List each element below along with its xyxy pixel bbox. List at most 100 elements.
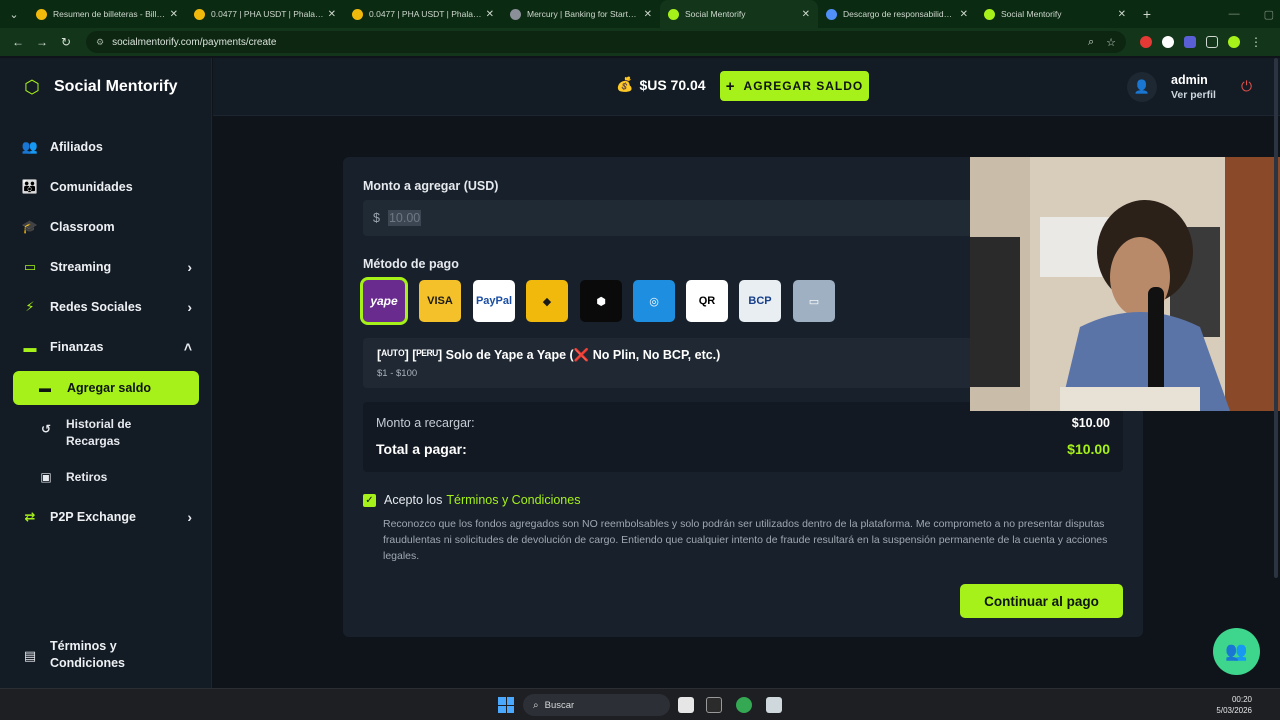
docs-icon bbox=[826, 8, 837, 20]
payment-method-paypal[interactable]: PayPal bbox=[473, 280, 515, 322]
binance-icon bbox=[36, 8, 47, 20]
extension-add-icon[interactable] bbox=[1162, 36, 1174, 48]
close-tab-icon[interactable]: ✕ bbox=[486, 9, 494, 20]
community-chat-button[interactable]: 👥 bbox=[1213, 628, 1260, 675]
sidebar-subitem-retiros[interactable]: ▣ Retiros bbox=[38, 470, 198, 484]
minimize-icon[interactable]: — bbox=[1229, 8, 1240, 20]
browser-tab[interactable]: Resumen de billeteras - Billeter ✕ bbox=[28, 0, 186, 28]
browser-tab-label: Social Mentorify bbox=[685, 9, 746, 19]
system-clock[interactable]: 00:20 5/03/2026 bbox=[1216, 694, 1252, 716]
zoom-icon[interactable]: ⌕ bbox=[1088, 36, 1094, 49]
url-text: socialmentorify.com/payments/create bbox=[112, 36, 277, 48]
sidebar-item-terminos[interactable]: ▤ Términos y Condiciones bbox=[22, 638, 192, 674]
browser-tab[interactable]: Descargo de responsabilidad s ✕ bbox=[818, 0, 976, 28]
browser-menu-icon[interactable]: ⋮ bbox=[1250, 35, 1262, 49]
sidebar-item-label: Términos y Condiciones bbox=[50, 639, 126, 670]
sidebar-item-finanzas[interactable]: ▬ Finanzas ˄ bbox=[22, 332, 193, 362]
graduation-cap-icon: 🎓 bbox=[21, 219, 39, 234]
users-group-icon: 👥 bbox=[1225, 641, 1248, 661]
close-tab-icon[interactable]: ✕ bbox=[802, 9, 810, 20]
sidebar-item-label: Agregar saldo bbox=[67, 381, 152, 395]
payment-method-bank-card[interactable]: ▭ bbox=[793, 280, 835, 322]
sidebar-item-streaming[interactable]: ▭ Streaming › bbox=[22, 252, 192, 282]
chrome-icon[interactable] bbox=[736, 697, 752, 713]
bolt-icon: ⚡ bbox=[25, 299, 35, 314]
browser-tab[interactable]: 0.0477 | PHA USDT | Phala.Netw ✕ bbox=[344, 0, 502, 28]
back-icon[interactable]: ← bbox=[6, 35, 30, 49]
sidebar-item-afiliados[interactable]: 👥 Afiliados bbox=[22, 132, 192, 162]
payment-method-crypto-box[interactable]: ⬢ bbox=[580, 280, 622, 322]
payment-summary: Monto a recargar: $10.00 Total a pagar: … bbox=[363, 402, 1123, 472]
terminal-icon[interactable] bbox=[706, 697, 722, 713]
sidebar-subitem-agregar-saldo[interactable]: ▬ Agregar saldo bbox=[13, 371, 199, 405]
binance-icon bbox=[194, 8, 205, 20]
payment-method-card-visa-mastercard[interactable]: VISA bbox=[419, 280, 461, 322]
recharge-amount-value: $10.00 bbox=[1071, 416, 1110, 430]
new-tab-button[interactable]: + bbox=[1134, 6, 1160, 22]
payment-method-label: Método de pago bbox=[363, 257, 459, 271]
view-profile-link[interactable]: Ver perfil bbox=[1171, 89, 1216, 101]
window-controls: — ▢ bbox=[1229, 0, 1274, 28]
browser-tab[interactable]: Social Mentorify ✕ bbox=[976, 0, 1134, 28]
sidebar-item-classroom[interactable]: 🎓 Classroom bbox=[22, 212, 192, 242]
chevron-right-icon: › bbox=[187, 259, 192, 275]
close-tab-icon[interactable]: ✕ bbox=[1118, 9, 1126, 20]
maximize-icon[interactable]: ▢ bbox=[1264, 8, 1274, 21]
user-name: admin bbox=[1171, 73, 1208, 87]
continue-to-payment-button[interactable]: Continuar al pago bbox=[960, 584, 1123, 618]
page-scrollbar[interactable] bbox=[1274, 58, 1280, 578]
extensions-puzzle-icon[interactable] bbox=[1206, 36, 1218, 48]
recharge-amount-label: Monto a recargar: bbox=[376, 416, 475, 430]
sidebar-item-label: Classroom bbox=[50, 220, 115, 234]
payment-method-bcp[interactable]: BCP bbox=[739, 280, 781, 322]
close-tab-icon[interactable]: ✕ bbox=[644, 9, 652, 20]
os-taskbar: ⌕ Buscar 00:20 5/03/2026 bbox=[0, 688, 1280, 720]
site-info-icon[interactable]: ⚙ bbox=[96, 37, 104, 48]
sidebar-item-p2p-exchange[interactable]: ⇄ P2P Exchange › bbox=[22, 502, 192, 532]
taskbar-search[interactable]: ⌕ Buscar bbox=[523, 694, 670, 716]
total-label: Total a pagar: bbox=[376, 441, 467, 457]
close-tab-icon[interactable]: ✕ bbox=[328, 9, 336, 20]
sidebar-item-redes-sociales[interactable]: ⚡ Redes Sociales › bbox=[22, 292, 192, 322]
bookmark-star-icon[interactable]: ☆ bbox=[1106, 36, 1116, 49]
payment-method-binance[interactable]: ◆ bbox=[526, 280, 568, 322]
mercury-icon bbox=[510, 8, 521, 20]
payment-method-wallet-blue[interactable]: ◎ bbox=[633, 280, 675, 322]
extension-red-icon[interactable] bbox=[1140, 36, 1152, 48]
logout-power-icon[interactable]: ⏻ bbox=[1241, 78, 1252, 95]
payment-method-label: PayPal bbox=[475, 295, 513, 307]
browser-tab[interactable]: 0.0477 | PHA USDT | Phala.Netw ✕ bbox=[186, 0, 344, 28]
avatar: 👤 bbox=[1127, 72, 1157, 102]
method-range: $1 - $100 bbox=[377, 368, 418, 379]
profile-icon[interactable] bbox=[1228, 36, 1240, 48]
payment-method-label: BCP bbox=[748, 295, 772, 307]
browser-tab[interactable]: Mercury | Banking for Startups ✕ bbox=[502, 0, 660, 28]
chevron-right-icon: › bbox=[187, 509, 192, 525]
sidebar-item-comunidades[interactable]: 👪 Comunidades bbox=[22, 172, 192, 202]
terms-prefix: Acepto los bbox=[384, 493, 443, 507]
wallet-icon: ▬ bbox=[23, 339, 37, 355]
close-tab-icon[interactable]: ✕ bbox=[170, 9, 178, 20]
file-explorer-icon[interactable] bbox=[678, 697, 694, 713]
reload-icon[interactable]: ↻ bbox=[54, 35, 78, 49]
sidebar-item-label: Finanzas bbox=[50, 340, 104, 354]
sidebar-subitem-historial[interactable]: ↺ Historial de Recargas bbox=[38, 416, 198, 450]
terms-link[interactable]: Términos y Condiciones bbox=[446, 493, 580, 507]
extension-e-icon[interactable] bbox=[1184, 36, 1196, 48]
sidebar-item-label: Afiliados bbox=[50, 140, 103, 154]
plus-icon: + bbox=[725, 77, 736, 95]
browser-tab[interactable]: Social Mentorify ✕ bbox=[660, 0, 818, 28]
brand[interactable]: ⬡ Social Mentorify bbox=[24, 78, 178, 96]
payment-method-qr-bolivia[interactable]: QR bbox=[686, 280, 728, 322]
calculator-icon[interactable] bbox=[766, 697, 782, 713]
terms-checkbox[interactable]: ✓ bbox=[363, 493, 376, 507]
windows-start-icon[interactable] bbox=[498, 697, 514, 713]
user-menu[interactable]: 👤 admin Ver perfil bbox=[1127, 72, 1216, 102]
sidebar-item-label: Comunidades bbox=[50, 180, 133, 194]
forward-icon[interactable]: → bbox=[30, 35, 54, 49]
payment-method-yape[interactable]: yape bbox=[360, 277, 408, 325]
close-tab-icon[interactable]: ✕ bbox=[960, 9, 968, 20]
tab-search-icon[interactable]: ⌄ bbox=[0, 0, 28, 28]
address-bar[interactable]: ⚙ socialmentorify.com/payments/create ⌕ … bbox=[86, 31, 1126, 53]
add-balance-button[interactable]: + AGREGAR SALDO bbox=[720, 71, 869, 101]
